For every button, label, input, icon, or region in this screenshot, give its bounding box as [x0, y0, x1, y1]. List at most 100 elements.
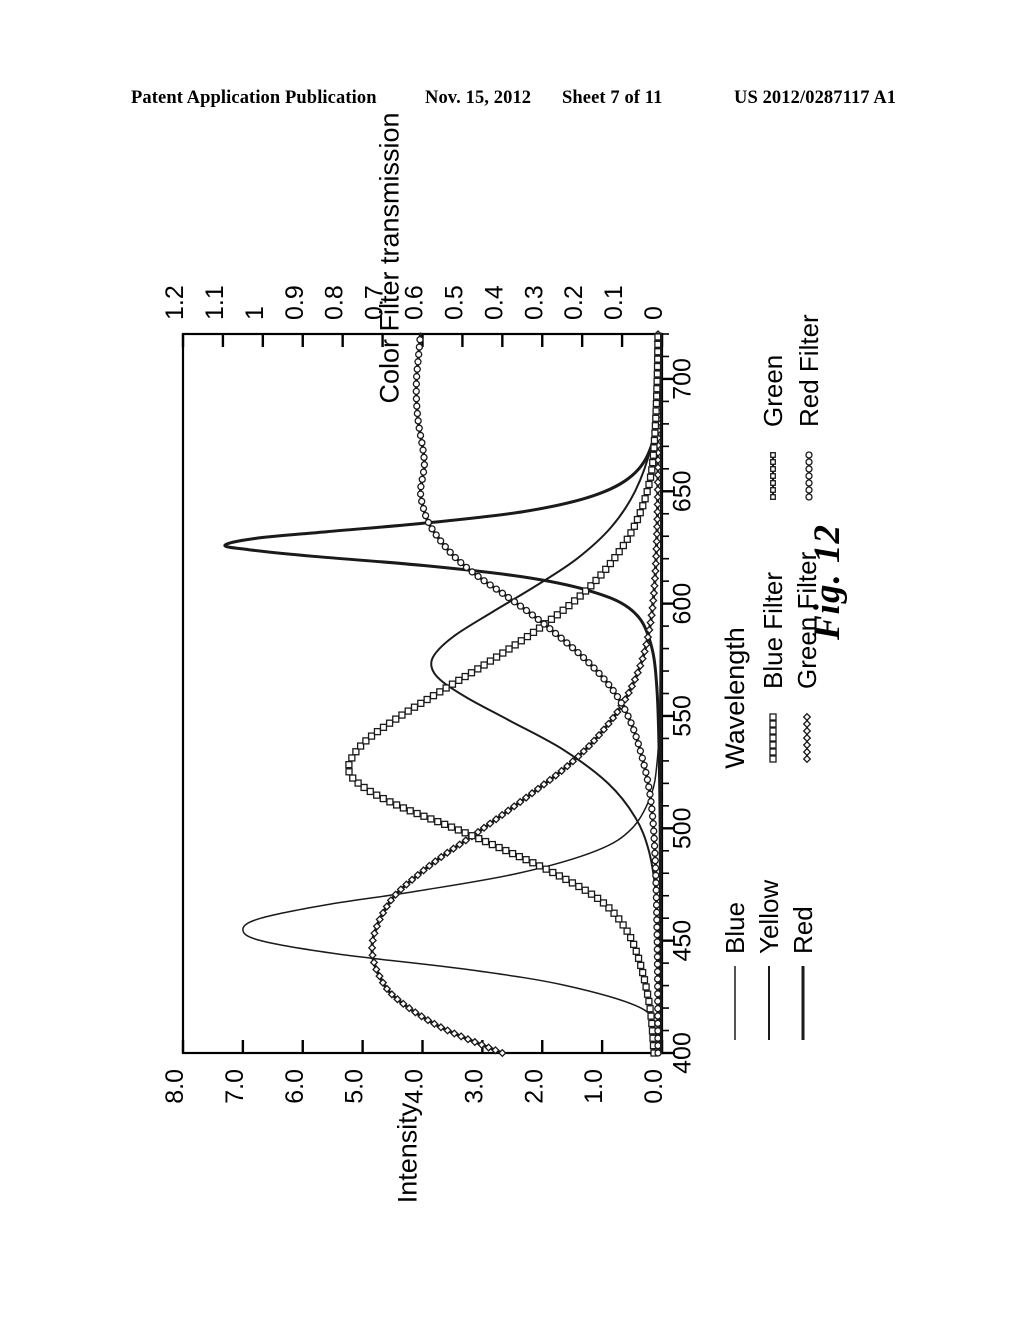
legend-label: Yellow — [754, 880, 784, 954]
marker-square — [653, 377, 661, 385]
marker-square — [522, 856, 530, 864]
marker-square — [641, 495, 649, 503]
marker-circle — [419, 468, 428, 476]
marker-square — [611, 554, 619, 562]
wavelength-tick-label: 650 — [669, 470, 697, 512]
intensity-tick-label: 1.0 — [580, 1069, 608, 1104]
marker-square — [440, 820, 449, 828]
wavelength-tick-label: 450 — [669, 920, 697, 962]
legend-label: Red Filter — [794, 314, 824, 427]
marker-square — [623, 927, 631, 935]
marker-circle — [451, 553, 459, 562]
marker-circle — [432, 531, 440, 539]
marker-square — [373, 791, 381, 799]
marker-circle — [651, 856, 659, 865]
marker-square — [602, 565, 610, 573]
marker-circle — [413, 365, 421, 373]
legend-label: Blue Filter — [758, 572, 788, 689]
marker-square — [649, 458, 657, 467]
marker-square — [366, 787, 374, 796]
marker-square — [398, 711, 406, 719]
legend-marker-square — [770, 494, 776, 500]
marker-square — [619, 921, 627, 929]
marker-square — [423, 695, 431, 704]
marker-circle — [654, 997, 662, 1005]
marker-circle — [654, 982, 662, 991]
marker-circle — [652, 893, 661, 902]
marker-square — [642, 983, 650, 991]
marker-circle — [645, 783, 653, 791]
legend-marker-diamond — [802, 719, 812, 729]
legend-marker-square — [769, 734, 777, 742]
marker-circle — [419, 446, 427, 454]
marker-square — [653, 370, 661, 378]
marker-square — [647, 1012, 655, 1020]
intensity-tick-label: 5.0 — [341, 1069, 369, 1104]
marker-circle — [418, 497, 426, 506]
legend-item-yellow[interactable]: Yellow — [754, 880, 784, 1040]
intensity-tick-label: 3.0 — [460, 1069, 488, 1104]
legend-marker-diamond — [802, 726, 812, 736]
marker-square — [468, 832, 476, 840]
marker-circle — [468, 568, 476, 576]
marker-square — [488, 840, 496, 849]
marker-circle — [416, 336, 424, 344]
legend-item-red-filter[interactable]: Red Filter — [794, 314, 824, 501]
marker-circle — [653, 938, 661, 946]
marker-circle — [414, 417, 422, 425]
marker-square — [417, 699, 425, 707]
marker-circle — [650, 842, 659, 850]
marker-circle — [651, 849, 659, 857]
transmission-tick-label: 0.3 — [520, 285, 548, 320]
marker-circle — [653, 916, 661, 924]
marker-circle — [437, 537, 445, 545]
marker-square — [630, 522, 639, 530]
marker-circle — [653, 923, 661, 931]
marker-square — [392, 801, 401, 809]
marker-circle — [579, 653, 588, 662]
marker-square — [442, 684, 450, 692]
marker-square — [653, 362, 662, 371]
marker-square — [652, 399, 661, 408]
legend-marker-circle — [805, 472, 813, 480]
marker-square — [385, 719, 394, 727]
marker-square — [379, 794, 387, 803]
marker-circle — [632, 733, 640, 741]
marker-square — [461, 672, 469, 681]
legend-marker-circle — [805, 451, 813, 459]
legend-item-green[interactable]: Green — [758, 355, 788, 500]
marker-square — [434, 817, 442, 826]
marker-circle — [585, 659, 593, 667]
marker-square — [454, 826, 462, 834]
marker-circle — [420, 461, 429, 469]
marker-circle — [412, 372, 421, 381]
marker-square — [461, 829, 469, 837]
marker-square — [448, 680, 457, 688]
marker-square — [581, 886, 589, 894]
marker-circle — [634, 740, 642, 748]
marker-square — [508, 849, 517, 858]
legend-item-blue[interactable]: Blue — [720, 902, 750, 1040]
marker-square — [593, 894, 602, 903]
marker-circle — [613, 693, 622, 701]
marker-square — [542, 865, 550, 873]
marker-circle — [446, 548, 454, 556]
marker-circle — [480, 577, 488, 585]
marker-circle — [650, 827, 658, 835]
marker-circle — [522, 606, 531, 615]
wavelength-tick-label: 700 — [669, 358, 697, 400]
marker-circle — [627, 719, 635, 727]
marker-square — [587, 890, 596, 898]
legend-item-blue-filter[interactable]: Blue Filter — [758, 572, 788, 763]
marker-square — [606, 559, 615, 568]
marker-circle — [654, 990, 662, 998]
transmission-tick-label: 0.6 — [401, 285, 429, 320]
marker-circle — [617, 699, 625, 707]
marker-circle — [419, 504, 428, 513]
figure-caption: Fig. 12 — [807, 524, 848, 640]
marker-square — [651, 422, 660, 430]
wavelength-tick-label: 400 — [669, 1032, 697, 1074]
marker-square — [517, 637, 525, 645]
legend-item-red[interactable]: Red — [788, 906, 818, 1040]
marker-circle — [510, 598, 519, 606]
